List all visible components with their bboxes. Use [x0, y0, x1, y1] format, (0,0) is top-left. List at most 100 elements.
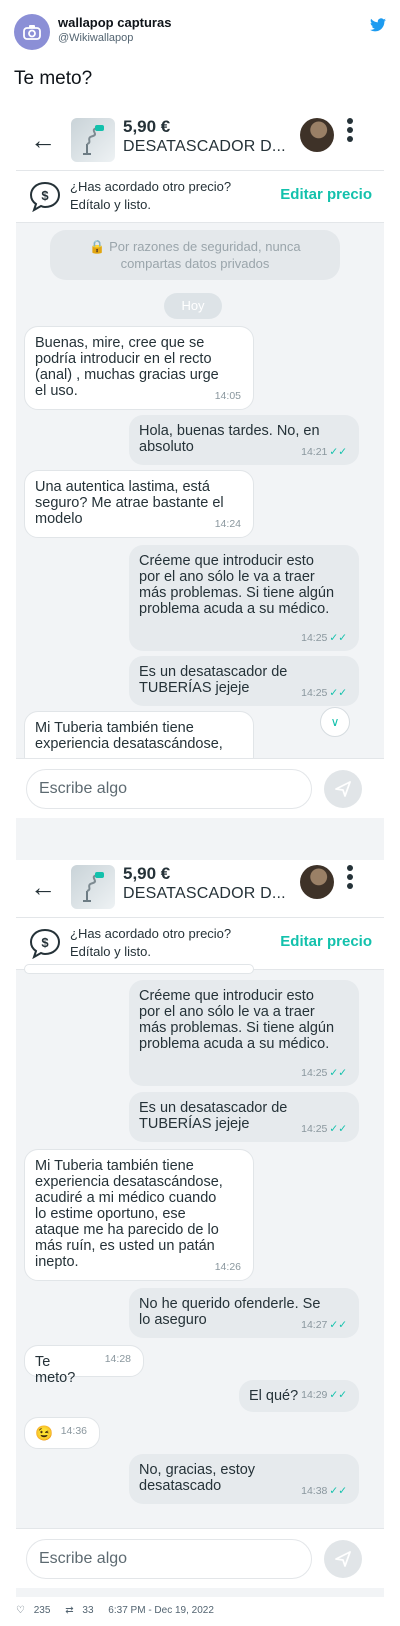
- read-receipt-icon: ✓✓: [329, 1389, 347, 1401]
- chevron-down-icon[interactable]: ∨: [320, 707, 350, 737]
- message-outgoing[interactable]: No, gracias, estoy desatascado 14:38 ✓✓: [129, 1454, 359, 1504]
- read-receipt-icon: ✓✓: [329, 1123, 347, 1135]
- offer-question: ¿Has acordado otro precio?: [70, 926, 232, 941]
- price-offer-banner: $ ¿Has acordado otro precio? Edítalo y l…: [16, 918, 384, 970]
- send-icon: [335, 1551, 351, 1567]
- send-button[interactable]: [324, 770, 362, 808]
- kebab-menu-icon[interactable]: [346, 865, 354, 895]
- retweet-button[interactable]: ⇄ 33: [65, 1605, 99, 1616]
- message-composer: [16, 1528, 384, 1588]
- retweet-icon: ⇄: [65, 1605, 74, 1616]
- read-receipt-icon: ✓✓: [329, 687, 347, 699]
- author-avatar[interactable]: [14, 14, 50, 50]
- message-text: El qué?: [249, 1388, 299, 1404]
- message-incoming[interactable]: Una autentica lastima, está seguro? Me a…: [24, 470, 254, 538]
- message-time: 14:38 ✓✓: [301, 1485, 347, 1497]
- offer-hint: Edítalo y listo.: [70, 944, 151, 959]
- message-time: 14:24: [214, 518, 241, 530]
- kebab-menu-icon[interactable]: [346, 118, 354, 148]
- message-time: 14:25 ✓✓: [301, 632, 347, 644]
- retweet-count: 33: [82, 1605, 94, 1616]
- price-offer-icon: $: [29, 181, 61, 212]
- message-composer: [16, 758, 384, 818]
- message-time: 14:26: [214, 1261, 241, 1273]
- read-receipt-icon: ✓✓: [329, 1319, 347, 1331]
- chat-topbar: ← 5,90 € DESATASCADOR D...: [16, 113, 384, 171]
- message-incoming-cutoff: [24, 964, 254, 974]
- plunger-image: [83, 872, 104, 902]
- read-receipt-icon: ✓✓: [329, 1485, 347, 1497]
- price-offer-icon: $: [29, 928, 61, 959]
- message-outgoing[interactable]: Es un desatascador de TUBERÍAS jejeje 14…: [129, 656, 359, 706]
- back-arrow-icon[interactable]: ←: [30, 126, 56, 154]
- message-time: 14:28: [104, 1353, 131, 1365]
- product-title[interactable]: DESATASCADOR D...: [123, 138, 286, 156]
- message-outgoing[interactable]: Créeme que introducir esto por el ano só…: [129, 545, 359, 651]
- read-receipt-icon: ✓✓: [329, 632, 347, 644]
- product-price: 5,90 €: [123, 117, 171, 136]
- security-notice: 🔒 Por razones de seguridad, nunca compar…: [50, 230, 340, 280]
- offer-hint: Edítalo y listo.: [70, 197, 151, 212]
- offer-question: ¿Has acordado otro precio?: [70, 179, 232, 194]
- message-time: 14:21 ✓✓: [301, 446, 347, 458]
- message-outgoing[interactable]: Créeme que introducir esto por el ano só…: [129, 980, 359, 1086]
- message-incoming[interactable]: 😉 14:36: [24, 1417, 100, 1449]
- message-text: Créeme que introducir esto por el ano só…: [139, 553, 335, 617]
- svg-text:$: $: [41, 935, 49, 950]
- like-icon: ♡: [16, 1605, 25, 1616]
- product-price: 5,90 €: [123, 864, 171, 883]
- message-text: Te meto?: [35, 1354, 76, 1386]
- message-time: 14:25 ✓✓: [301, 687, 347, 699]
- message-incoming[interactable]: Mi Tuberia también tiene experiencia des…: [24, 1149, 254, 1281]
- tweet-text: Te meto?: [14, 68, 93, 89]
- send-icon: [335, 781, 351, 797]
- message-text: Créeme que introducir esto por el ano só…: [139, 988, 335, 1052]
- message-incoming[interactable]: Buenas, mire, cree que se podría introdu…: [24, 326, 254, 410]
- seller-avatar[interactable]: [300, 118, 334, 152]
- message-incoming[interactable]: Te meto? 14:28: [24, 1345, 144, 1386]
- message-time: 14:25 ✓✓: [301, 1123, 347, 1135]
- read-receipt-icon: ✓✓: [329, 1067, 347, 1079]
- like-button[interactable]: ♡ 235: [16, 1605, 56, 1616]
- back-arrow-icon[interactable]: ←: [30, 873, 56, 901]
- product-title[interactable]: DESATASCADOR D...: [123, 885, 286, 903]
- edit-price-button[interactable]: Editar precio: [280, 933, 372, 950]
- chat-screenshot-2: ← 5,90 € DESATASCADOR D... $ ¿Has acorda…: [16, 860, 384, 1597]
- camera-icon: [23, 25, 41, 40]
- message-text: Buenas, mire, cree que se podría introdu…: [35, 335, 219, 399]
- message-time: 14:05: [214, 390, 241, 402]
- twitter-bird-icon: [370, 18, 386, 32]
- message-text: Mi Tuberia también tiene experiencia des…: [35, 720, 223, 752]
- security-notice-line-1: 🔒 Por razones de seguridad, nunca: [89, 239, 301, 254]
- edit-price-button[interactable]: Editar precio: [280, 186, 372, 203]
- seller-avatar[interactable]: [300, 865, 334, 899]
- message-time: 14:25 ✓✓: [301, 1067, 347, 1079]
- chat-screenshot-1: ← 5,90 € DESATASCADOR D... $ ¿Has acorda…: [16, 113, 384, 860]
- message-outgoing[interactable]: Es un desatascador de TUBERÍAS jejeje 14…: [129, 1092, 359, 1142]
- product-thumbnail[interactable]: [71, 118, 115, 162]
- price-offer-banner: $ ¿Has acordado otro precio? Edítalo y l…: [16, 171, 384, 223]
- day-separator: Hoy: [164, 293, 222, 319]
- message-input[interactable]: [26, 1539, 312, 1579]
- message-outgoing[interactable]: El qué? 14:29 ✓✓: [239, 1380, 359, 1412]
- message-text: Una autentica lastima, está seguro? Me a…: [35, 479, 224, 527]
- send-button[interactable]: [324, 1540, 362, 1578]
- chat-topbar: ← 5,90 € DESATASCADOR D...: [16, 860, 384, 918]
- svg-text:$: $: [41, 188, 49, 203]
- product-thumbnail[interactable]: [71, 865, 115, 909]
- read-receipt-icon: ✓✓: [329, 446, 347, 458]
- message-time: 14:27 ✓✓: [301, 1319, 347, 1331]
- message-text: Mi Tuberia también tiene experiencia des…: [35, 1158, 223, 1270]
- plunger-image: [83, 125, 104, 155]
- message-time: 14:29 ✓✓: [301, 1389, 347, 1401]
- tweet-timestamp[interactable]: 6:37 PM - Dec 19, 2022: [108, 1605, 214, 1616]
- like-count: 235: [33, 1605, 51, 1616]
- tweet-header: wallapop capturas @Wikiwallapop: [14, 14, 386, 54]
- author-handle[interactable]: @Wikiwallapop: [58, 32, 133, 44]
- tweet-meta: ♡ 235 ⇄ 33 6:37 PM - Dec 19, 2022: [16, 1605, 220, 1616]
- message-outgoing[interactable]: Hola, buenas tardes. No, en absoluto 14:…: [129, 415, 359, 465]
- message-input[interactable]: [26, 769, 312, 809]
- message-time: 14:36: [60, 1425, 87, 1437]
- message-outgoing[interactable]: No he querido ofenderle. Se lo aseguro 1…: [129, 1288, 359, 1338]
- author-name[interactable]: wallapop capturas: [58, 15, 171, 30]
